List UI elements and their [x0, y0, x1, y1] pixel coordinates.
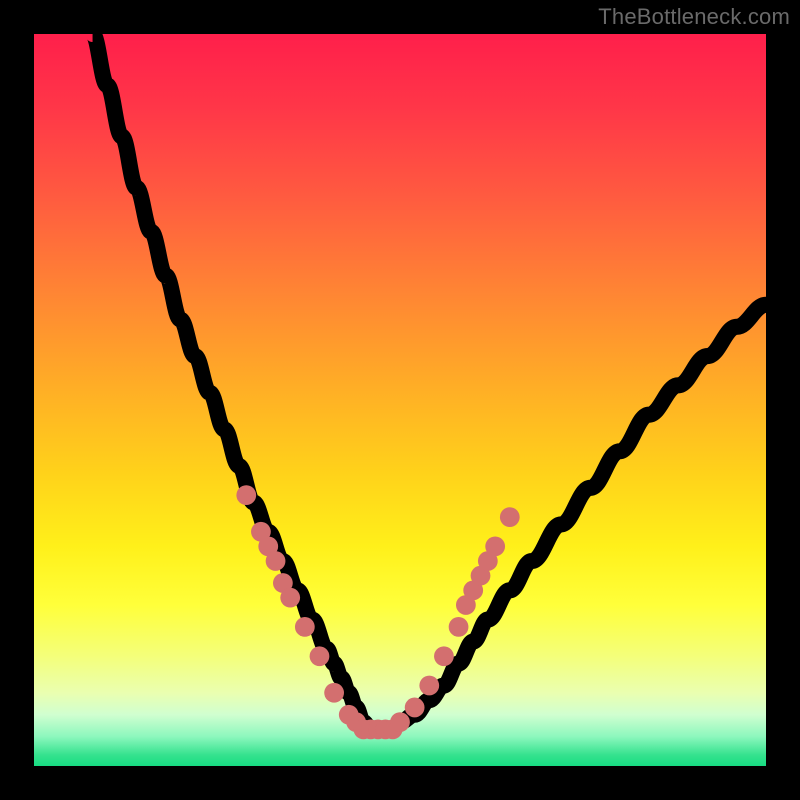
marker-dot — [280, 588, 300, 608]
marker-dot — [390, 712, 410, 732]
marker-dot — [419, 676, 439, 696]
marker-dot — [500, 507, 520, 527]
plot-area — [34, 34, 766, 766]
marker-dot — [295, 617, 315, 637]
watermark-text: TheBottleneck.com — [598, 4, 790, 30]
bottleneck-curve — [93, 34, 766, 729]
marker-dot — [434, 646, 454, 666]
marker-dot — [236, 485, 256, 505]
outer-frame: TheBottleneck.com — [0, 0, 800, 800]
marker-dot — [266, 551, 286, 571]
marker-dot — [310, 646, 330, 666]
marker-dot — [405, 698, 425, 718]
marker-dots — [236, 485, 519, 739]
chart-svg — [34, 34, 766, 766]
marker-dot — [449, 617, 469, 637]
marker-dot — [324, 683, 344, 703]
marker-dot — [485, 537, 505, 557]
